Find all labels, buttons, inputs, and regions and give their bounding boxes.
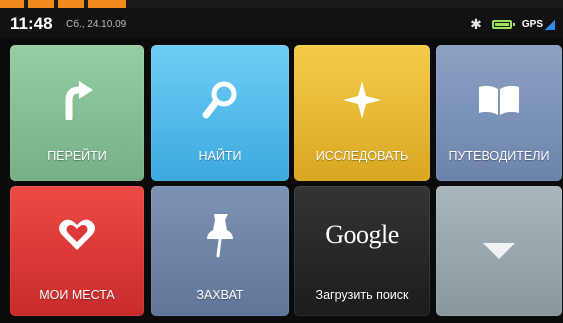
- pushpin-icon: [151, 214, 289, 258]
- orange-block: [0, 0, 24, 8]
- tile-go-label: ПЕРЕЙТИ: [47, 149, 107, 163]
- google-logo-text: Google: [325, 220, 399, 249]
- tile-more[interactable]: [436, 186, 562, 316]
- tile-google-label: Загрузить поиск: [315, 288, 409, 302]
- tile-explore-label: ИССЛЕДОВАТЬ: [315, 149, 409, 163]
- gps-signal-icon: GPS: [522, 19, 555, 30]
- down-arrow-icon: [436, 230, 562, 272]
- tile-google-search[interactable]: Google Загрузить поиск: [294, 186, 430, 316]
- orange-block: [28, 0, 54, 8]
- status-date: Сб., 24.10.09: [66, 19, 127, 30]
- gps-label: GPS: [521, 18, 543, 30]
- tile-my-places[interactable]: МОИ МЕСТА: [10, 186, 144, 316]
- magnifier-icon: [151, 79, 289, 121]
- tile-guides-label: ПУТЕВОДИТЕЛИ: [448, 149, 550, 163]
- status-icons: ✱ GPS: [470, 15, 555, 33]
- tile-go[interactable]: ПЕРЕЙТИ: [10, 45, 144, 181]
- tile-capture-label: ЗАХВАТ: [196, 288, 244, 302]
- battery-icon: [491, 19, 515, 29]
- orange-block: [58, 0, 84, 8]
- compass-star-icon: [294, 79, 430, 121]
- open-book-icon: [436, 79, 562, 121]
- bluetooth-icon: ✱: [470, 16, 482, 32]
- status-bar: 11:48 Сб., 24.10.09 ✱ GPS: [0, 8, 563, 38]
- tile-capture[interactable]: ЗАХВАТ: [151, 186, 289, 316]
- google-logo: Google: [294, 214, 430, 256]
- status-time: 11:48: [10, 14, 53, 33]
- turn-arrow-icon: [10, 79, 144, 121]
- tile-find-label: НАЙТИ: [198, 149, 242, 163]
- signal-wedge: [545, 19, 555, 30]
- tile-find[interactable]: НАЙТИ: [151, 45, 289, 181]
- tile-my-places-label: МОИ МЕСТА: [39, 288, 115, 302]
- tile-explore[interactable]: ИССЛЕДОВАТЬ: [294, 45, 430, 181]
- heart-icon: [10, 214, 144, 256]
- orange-block: [88, 0, 126, 8]
- top-strip: [0, 0, 563, 8]
- tile-guides[interactable]: ПУТЕВОДИТЕЛИ: [436, 45, 562, 181]
